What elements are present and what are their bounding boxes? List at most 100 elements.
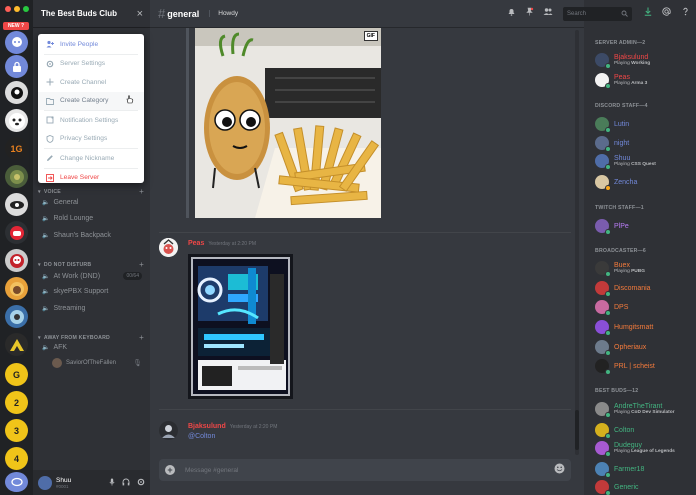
add-channel-icon[interactable]: + [139,333,144,342]
voice-channel-at-work[interactable]: 🔈 At Work (DND) 00/64 [42,272,142,280]
chat-scrollbar-track[interactable] [575,30,579,455]
new-badge[interactable]: NEW ? [3,22,29,30]
message-author[interactable]: Bjaksulund [188,423,226,430]
server-4[interactable]: 4 [5,447,28,470]
member-andrethetirant[interactable]: AndreTheTirant Playing CoD Dev Simulator [595,402,675,418]
server-g[interactable]: G [5,363,28,386]
guild-header[interactable]: The Best Buds Club × [33,0,150,28]
dog-server-icon[interactable] [5,109,28,132]
eye-server-icon[interactable] [5,193,28,216]
download-icon[interactable] [644,7,652,18]
help-icon[interactable] [681,7,690,18]
server-3[interactable]: 3 [5,419,28,442]
member-discomania[interactable]: Discomania [595,281,651,297]
chevron-down-icon: ▾ [38,334,41,341]
upload-plus-icon[interactable]: + [165,465,175,475]
online-status-icon [605,472,611,478]
avatar[interactable] [38,475,52,490]
online-status-icon [605,310,611,316]
search-input[interactable]: Search [563,7,632,21]
member-opheriaux[interactable]: Opheriaux [595,340,646,356]
server-1g[interactable]: 1G [5,137,28,160]
invite-people-item[interactable]: Invite People [38,35,144,54]
close-icon[interactable]: × [137,8,143,20]
add-server-icon[interactable] [5,472,28,492]
change-nickname-item[interactable]: Change Nickname [38,149,144,168]
notification-settings-item[interactable]: Notification Settings [38,111,144,130]
create-channel-item[interactable]: Create Channel [38,73,144,92]
members-icon[interactable] [543,7,553,18]
member-plpe[interactable]: PlPe [595,219,629,235]
skull-server-icon[interactable] [5,249,28,272]
member-shuu[interactable]: Shuu Playing CSS Quest [595,154,656,170]
add-channel-icon[interactable]: + [139,260,144,269]
zoom-window-button[interactable] [23,6,29,12]
headphones-icon[interactable] [122,478,130,488]
gear-icon[interactable] [137,478,145,488]
voice-channel-general[interactable]: 🔈 General [42,199,142,206]
close-window-button[interactable] [5,6,11,12]
voice-channel-skyepbx-support[interactable]: 🔈 skyePBX Support [42,288,142,295]
message-input[interactable]: Message #general [185,467,238,474]
avatar [595,136,611,152]
member-peas[interactable]: Peas Playing Arma 3 [595,73,647,89]
avatar [595,340,611,356]
speaker-icon: 🔈 [42,306,50,312]
add-user-icon [46,40,54,48]
home-server-icon[interactable] [5,31,28,54]
message-composer[interactable]: + Message #general [159,459,571,481]
voice-connected-user[interactable]: SaviorOfTheFallen 🎙 [52,358,142,368]
member-humgitsmatt[interactable]: Humgitsmatt [595,320,653,336]
lock-server-icon[interactable] [5,55,28,78]
leave-server-item[interactable]: Leave Server [38,169,144,188]
discord-server-icon[interactable] [5,221,28,244]
member-zencha[interactable]: Zencha [595,175,637,191]
member-generic[interactable]: Generic [595,480,639,495]
emoji-icon[interactable] [554,463,565,477]
avatar[interactable] [159,421,178,440]
triforce-server-icon[interactable] [5,333,28,356]
privacy-settings-item[interactable]: Privacy Settings [38,130,144,149]
pc-build-image[interactable] [188,254,293,399]
member-prl-scheist[interactable]: PRL | scheist [595,359,655,375]
avatar-server-icon[interactable] [5,305,28,328]
microphone-icon[interactable] [109,478,115,488]
chat-scrollbar-thumb[interactable] [575,410,579,450]
member-farmer18[interactable]: Farmer18 [595,462,644,478]
voice-channel-afk[interactable]: 🔈 AFK [42,344,142,351]
member-colton[interactable]: Colton [595,423,634,439]
online-status-icon [605,433,611,439]
avatar [595,117,611,133]
pin-icon[interactable] [525,7,534,18]
lightbulb-server-icon[interactable] [5,81,28,104]
member-lutin[interactable]: Lutin [595,117,629,133]
category-voice[interactable]: ▾ VOICE + [38,187,144,196]
green-server-icon[interactable] [5,165,28,188]
member-bjaksulund[interactable]: Bjaksulund Playing Working [595,53,650,69]
category-do-not-disturb[interactable]: ▾ DO NOT DISTURB + [38,260,144,269]
message-author[interactable]: Peas [188,240,204,247]
character-server-icon[interactable] [5,277,28,300]
member-dps[interactable]: DPS [595,300,628,316]
avatar [595,320,611,336]
embed-border [186,28,189,218]
add-channel-icon[interactable]: + [139,187,144,196]
guild-dropdown-menu: Invite People Server Settings Create Cha… [38,34,144,183]
server-2[interactable]: 2 [5,391,28,414]
voice-channel-shauns-backpack[interactable]: 🔈 Shaun's Backpack [42,232,142,239]
voice-channel-streaming[interactable]: 🔈 Streaming [42,305,142,312]
member-buex[interactable]: Buex Playing PUBG [595,261,645,277]
avatar [595,219,611,235]
minimize-window-button[interactable] [14,6,20,12]
bell-icon[interactable] [507,7,516,18]
category-away-from-keyboard[interactable]: ▾ AWAY FROM KEYBOARD + [38,333,144,342]
message-mention[interactable]: @Colton [188,433,215,440]
avatar[interactable] [159,238,178,257]
server-settings-item[interactable]: Server Settings [38,55,144,74]
member-night[interactable]: night [595,136,629,152]
voice-channel-rold-lounge[interactable]: 🔈 Rold Lounge [42,215,142,222]
member-dudeguy[interactable]: Dudeguy Playing League of Legends [595,441,675,457]
potato-fries-gif[interactable]: GIF [195,28,381,218]
mention-icon[interactable] [662,7,671,18]
idle-status-icon [605,185,611,191]
